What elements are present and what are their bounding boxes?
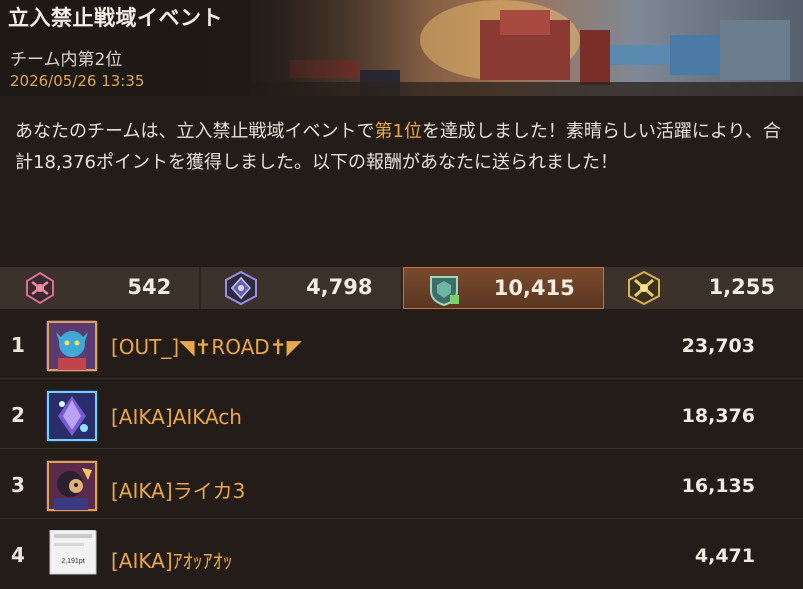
player-name: [OUT_]◥✝ROAD✝◤ — [111, 335, 302, 359]
player-score: 4,471 — [694, 545, 755, 567]
player-score: 18,376 — [681, 405, 755, 427]
faction-stat-4[interactable]: 1,255 — [604, 267, 803, 309]
timestamp: 2026/05/26 13:35 — [10, 72, 145, 90]
event-banner: 立入禁止戦域イベント チーム内第2位 2026/05/26 13:35 — [0, 0, 803, 96]
ranking-row-2[interactable]: 2 [AIKA]AIKAch 18,376 — [0, 379, 803, 449]
faction-stat-3-selected[interactable]: 10,415 — [402, 267, 604, 309]
message-text-part1: あなたのチームは、立入禁止戦域イベントで — [15, 121, 375, 142]
faction-stat-2[interactable]: 4,798 — [201, 267, 403, 309]
result-message: あなたのチームは、立入禁止戦域イベントで第1位を達成しました！素晴らしい活躍によ… — [15, 116, 790, 178]
rank-number: 2 — [11, 403, 25, 427]
ranking-row-4[interactable]: 4 2,191pt [AIKA]ｱｵｯｱｵｯ 4,471 — [0, 519, 803, 589]
team-rank-subtitle: チーム内第2位 — [10, 50, 123, 70]
faction-stat-1[interactable]: 542 — [0, 267, 202, 309]
player-name: [AIKA]ライカ3 — [111, 479, 246, 503]
player-name: [AIKA]AIKAch — [111, 405, 242, 429]
avatar-blue-character — [46, 320, 98, 372]
rank-number: 3 — [11, 473, 25, 497]
teal-faction-icon — [429, 276, 459, 307]
faction-stat-value: 4,798 — [306, 275, 373, 299]
avatar-crystal — [46, 390, 98, 442]
faction-stat-value: 10,415 — [493, 276, 575, 300]
faction-stat-value: 542 — [127, 275, 172, 299]
ranking-row-3[interactable]: 3 [AIKA]ライカ3 16,135 — [0, 449, 803, 519]
pink-faction-icon — [26, 271, 54, 305]
avatar-dark-character — [46, 460, 98, 512]
event-title: 立入禁止戦域イベント — [8, 6, 223, 30]
player-score: 16,135 — [681, 475, 755, 497]
faction-stat-value: 1,255 — [708, 275, 775, 299]
ranking-row-1[interactable]: 1 [OUT_]◥✝ROAD✝◤ 23,703 — [0, 309, 803, 379]
avatar-screenshot: 2,191pt — [49, 530, 97, 575]
player-score: 23,703 — [681, 335, 755, 357]
gold-faction-icon — [627, 270, 660, 306]
rank-number: 1 — [11, 333, 25, 357]
rank-number: 4 — [11, 543, 25, 567]
purple-faction-icon — [225, 270, 258, 306]
player-name: [AIKA]ｱｵｯｱｵｯ — [111, 549, 233, 573]
avatar-caption: 2,191pt — [61, 558, 84, 565]
message-highlight: 第1位 — [374, 121, 422, 142]
faction-stats-bar: 542 4,798 10,415 1,255 — [0, 267, 803, 309]
member-ranking-list: 1 [OUT_]◥✝ROAD✝◤ 23,703 2 [AIKA]AIKAch 1… — [0, 309, 803, 589]
